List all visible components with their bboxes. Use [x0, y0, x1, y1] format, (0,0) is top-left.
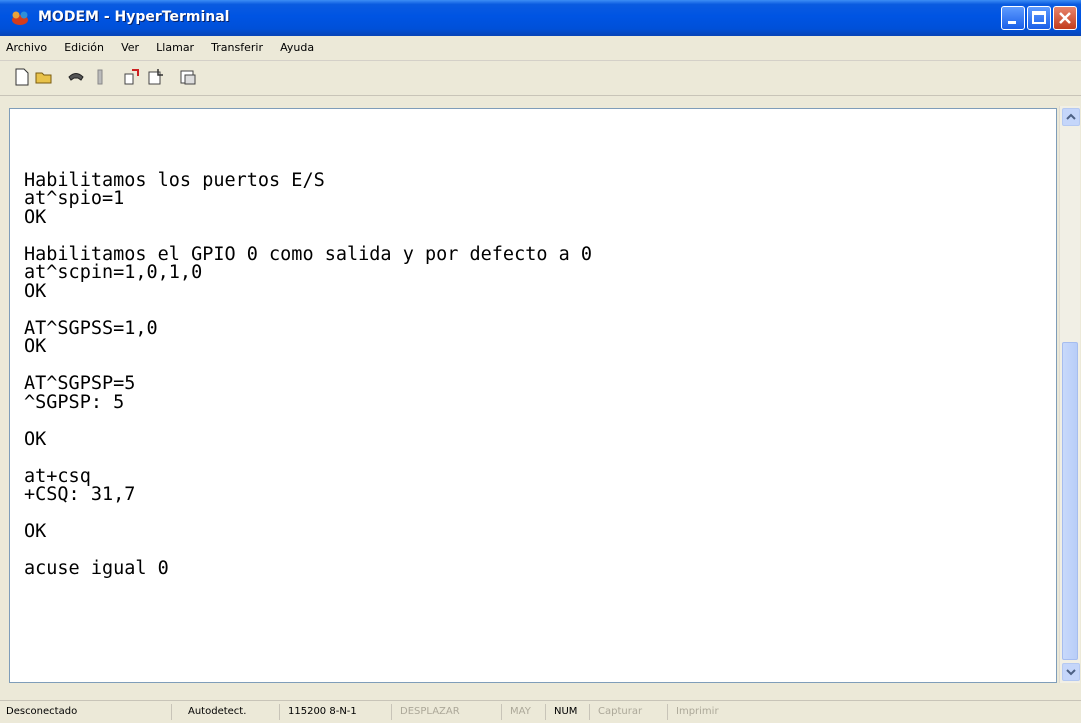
scrollbar-thumb[interactable]	[1062, 342, 1078, 660]
chevron-down-icon	[1066, 669, 1076, 676]
terminal-line: +CSQ: 31,7	[24, 484, 136, 505]
call-icon[interactable]	[66, 67, 86, 87]
terminal-line: OK	[24, 521, 47, 542]
menu-ayuda[interactable]: Ayuda	[274, 36, 320, 54]
minimize-icon	[1008, 21, 1016, 24]
terminal-area[interactable]: Habilitamos los puertos E/S at^spio=1 OK Ha…	[9, 108, 1057, 683]
toolbar	[0, 61, 1081, 96]
vertical-scrollbar[interactable]	[1059, 106, 1080, 683]
terminal-line: OK	[24, 336, 47, 357]
terminal-line: OK	[24, 280, 47, 302]
terminal-line: AT^SGPSP=5	[24, 373, 136, 394]
title-bar[interactable]: MODEM - HyperTerminal	[0, 0, 1081, 36]
terminal-line: OK	[24, 428, 47, 450]
status-settings: 115200 8-N-1	[284, 704, 392, 720]
close-icon	[1059, 12, 1071, 24]
open-icon[interactable]	[34, 67, 54, 87]
chevron-up-icon	[1066, 113, 1076, 120]
menu-archivo[interactable]: Archivo	[0, 36, 53, 54]
menu-bar: Archivo Edición Ver Llamar Transferir Ay…	[0, 36, 1081, 61]
maximize-icon	[1032, 11, 1046, 24]
menu-transferir[interactable]: Transferir	[205, 36, 269, 54]
minimize-button[interactable]	[1001, 6, 1025, 30]
scroll-up-button[interactable]	[1062, 108, 1080, 126]
status-scroll: DESPLAZAR	[396, 704, 502, 720]
status-num: NUM	[550, 704, 590, 720]
new-icon[interactable]	[12, 67, 32, 87]
status-print: Imprimir	[676, 706, 719, 717]
menu-llamar[interactable]: Llamar	[150, 36, 200, 54]
window-title: MODEM - HyperTerminal	[38, 9, 230, 25]
close-button[interactable]	[1053, 6, 1077, 30]
terminal-line: at^scpin=1,0,1,0	[24, 262, 203, 283]
terminal-line: acuse igual 0	[24, 558, 169, 579]
status-detect: Autodetect.	[184, 704, 280, 720]
maximize-button[interactable]	[1027, 6, 1051, 30]
status-connection: Desconectado	[2, 704, 172, 720]
menu-edicion[interactable]: Edición	[58, 36, 110, 54]
terminal-output: Habilitamos los puertos E/S at^spio=1 OK Ha…	[24, 153, 592, 579]
terminal-line: at^spio=1	[24, 188, 125, 209]
scroll-down-button[interactable]	[1062, 663, 1080, 681]
status-capture: Capturar	[594, 704, 668, 720]
status-bar: Desconectado Autodetect. 115200 8-N-1 DE…	[0, 700, 1081, 723]
terminal-line: ^SGPSP: 5	[24, 391, 125, 413]
disconnect-icon[interactable]	[90, 67, 110, 87]
receive-icon[interactable]	[146, 67, 166, 87]
status-caps: MAY	[506, 704, 546, 720]
terminal-line: AT^SGPSS=1,0	[24, 317, 158, 339]
terminal-line: OK	[24, 206, 47, 228]
send-icon[interactable]	[122, 67, 142, 87]
properties-icon[interactable]	[178, 67, 198, 87]
hyperterminal-phone-icon[interactable]	[10, 9, 30, 27]
menu-ver[interactable]: Ver	[115, 36, 145, 54]
